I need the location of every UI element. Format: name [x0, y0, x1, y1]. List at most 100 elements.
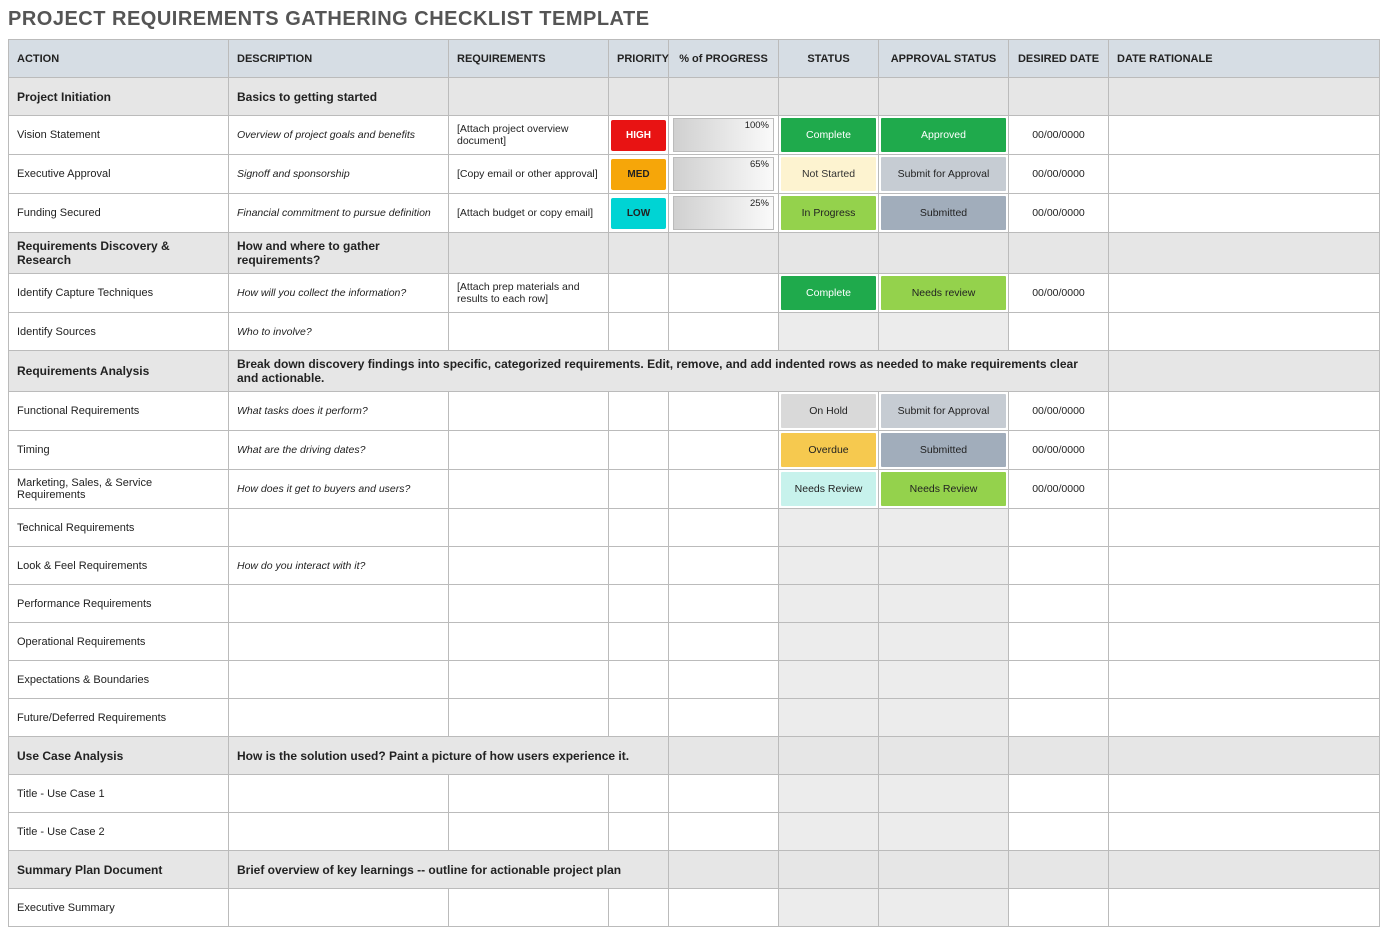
cell-rationale[interactable]: [1109, 623, 1380, 661]
cell-req[interactable]: [Attach project overview document]: [449, 116, 609, 155]
cell-date[interactable]: [1009, 623, 1109, 661]
cell-action[interactable]: Timing: [9, 431, 229, 470]
cell-date[interactable]: 00/00/0000: [1009, 470, 1109, 509]
cell-rationale[interactable]: [1109, 155, 1380, 194]
cell-rationale[interactable]: [1109, 661, 1380, 699]
cell-priority[interactable]: [609, 274, 669, 313]
cell-approval[interactable]: [879, 775, 1009, 813]
cell-action[interactable]: Operational Requirements: [9, 623, 229, 661]
cell-rationale[interactable]: [1109, 889, 1380, 927]
cell-req[interactable]: [Copy email or other approval]: [449, 155, 609, 194]
cell-rationale[interactable]: [1109, 194, 1380, 233]
cell-progress[interactable]: [669, 661, 779, 699]
cell-req[interactable]: [449, 699, 609, 737]
cell-rationale[interactable]: [1109, 547, 1380, 585]
cell-req[interactable]: [449, 775, 609, 813]
cell-req[interactable]: [449, 509, 609, 547]
cell-date[interactable]: 00/00/0000: [1009, 392, 1109, 431]
cell-status[interactable]: [779, 313, 879, 351]
cell-desc[interactable]: What tasks does it perform?: [229, 392, 449, 431]
cell-desc[interactable]: [229, 775, 449, 813]
cell-req[interactable]: [449, 889, 609, 927]
cell-status[interactable]: Needs Review: [779, 470, 879, 509]
cell-status[interactable]: [779, 813, 879, 851]
cell-date[interactable]: [1009, 313, 1109, 351]
cell-date[interactable]: 00/00/0000: [1009, 274, 1109, 313]
cell-date[interactable]: [1009, 699, 1109, 737]
cell-status[interactable]: [779, 661, 879, 699]
cell-progress[interactable]: [669, 623, 779, 661]
cell-priority[interactable]: [609, 889, 669, 927]
cell-approval[interactable]: Submit for Approval: [879, 392, 1009, 431]
cell-status[interactable]: In Progress: [779, 194, 879, 233]
cell-priority[interactable]: [609, 661, 669, 699]
cell-rationale[interactable]: [1109, 431, 1380, 470]
cell-progress[interactable]: [669, 313, 779, 351]
cell-date[interactable]: [1009, 661, 1109, 699]
cell-priority[interactable]: [609, 699, 669, 737]
cell-action[interactable]: Future/Deferred Requirements: [9, 699, 229, 737]
cell-rationale[interactable]: [1109, 392, 1380, 431]
cell-priority[interactable]: HIGH: [609, 116, 669, 155]
cell-progress[interactable]: [669, 392, 779, 431]
cell-status[interactable]: On Hold: [779, 392, 879, 431]
cell-desc[interactable]: Financial commitment to pursue definitio…: [229, 194, 449, 233]
cell-date[interactable]: [1009, 585, 1109, 623]
cell-action[interactable]: Title - Use Case 1: [9, 775, 229, 813]
cell-action[interactable]: Funding Secured: [9, 194, 229, 233]
cell-status[interactable]: [779, 699, 879, 737]
cell-desc[interactable]: [229, 509, 449, 547]
cell-desc[interactable]: What are the driving dates?: [229, 431, 449, 470]
cell-priority[interactable]: [609, 775, 669, 813]
cell-progress[interactable]: 65%: [669, 155, 779, 194]
cell-action[interactable]: Technical Requirements: [9, 509, 229, 547]
cell-req[interactable]: [Attach budget or copy email]: [449, 194, 609, 233]
cell-action[interactable]: Identify Capture Techniques: [9, 274, 229, 313]
cell-date[interactable]: 00/00/0000: [1009, 194, 1109, 233]
cell-desc[interactable]: How does it get to buyers and users?: [229, 470, 449, 509]
cell-status[interactable]: Complete: [779, 274, 879, 313]
cell-priority[interactable]: [609, 623, 669, 661]
cell-rationale[interactable]: [1109, 775, 1380, 813]
cell-action[interactable]: Identify Sources: [9, 313, 229, 351]
cell-req[interactable]: [449, 661, 609, 699]
cell-rationale[interactable]: [1109, 313, 1380, 351]
cell-priority[interactable]: [609, 585, 669, 623]
cell-rationale[interactable]: [1109, 585, 1380, 623]
cell-rationale[interactable]: [1109, 274, 1380, 313]
cell-priority[interactable]: [609, 313, 669, 351]
cell-rationale[interactable]: [1109, 699, 1380, 737]
cell-req[interactable]: [449, 392, 609, 431]
cell-desc[interactable]: Who to involve?: [229, 313, 449, 351]
cell-date[interactable]: 00/00/0000: [1009, 431, 1109, 470]
cell-status[interactable]: Complete: [779, 116, 879, 155]
cell-date[interactable]: 00/00/0000: [1009, 116, 1109, 155]
cell-req[interactable]: [449, 547, 609, 585]
cell-rationale[interactable]: [1109, 813, 1380, 851]
cell-desc[interactable]: [229, 623, 449, 661]
cell-progress[interactable]: [669, 431, 779, 470]
cell-action[interactable]: Performance Requirements: [9, 585, 229, 623]
cell-approval[interactable]: Needs Review: [879, 470, 1009, 509]
cell-approval[interactable]: Submitted: [879, 431, 1009, 470]
cell-priority[interactable]: [609, 813, 669, 851]
cell-approval[interactable]: Approved: [879, 116, 1009, 155]
cell-priority[interactable]: [609, 431, 669, 470]
cell-desc[interactable]: [229, 699, 449, 737]
cell-approval[interactable]: Needs review: [879, 274, 1009, 313]
cell-approval[interactable]: [879, 547, 1009, 585]
cell-action[interactable]: Executive Summary: [9, 889, 229, 927]
cell-progress[interactable]: [669, 585, 779, 623]
cell-action[interactable]: Executive Approval: [9, 155, 229, 194]
cell-approval[interactable]: [879, 889, 1009, 927]
cell-approval[interactable]: [879, 509, 1009, 547]
cell-action[interactable]: Expectations & Boundaries: [9, 661, 229, 699]
cell-req[interactable]: [449, 585, 609, 623]
cell-action[interactable]: Vision Statement: [9, 116, 229, 155]
cell-date[interactable]: 00/00/0000: [1009, 155, 1109, 194]
cell-desc[interactable]: [229, 889, 449, 927]
cell-priority[interactable]: MED: [609, 155, 669, 194]
cell-progress[interactable]: [669, 547, 779, 585]
cell-progress[interactable]: [669, 274, 779, 313]
cell-progress[interactable]: 25%: [669, 194, 779, 233]
